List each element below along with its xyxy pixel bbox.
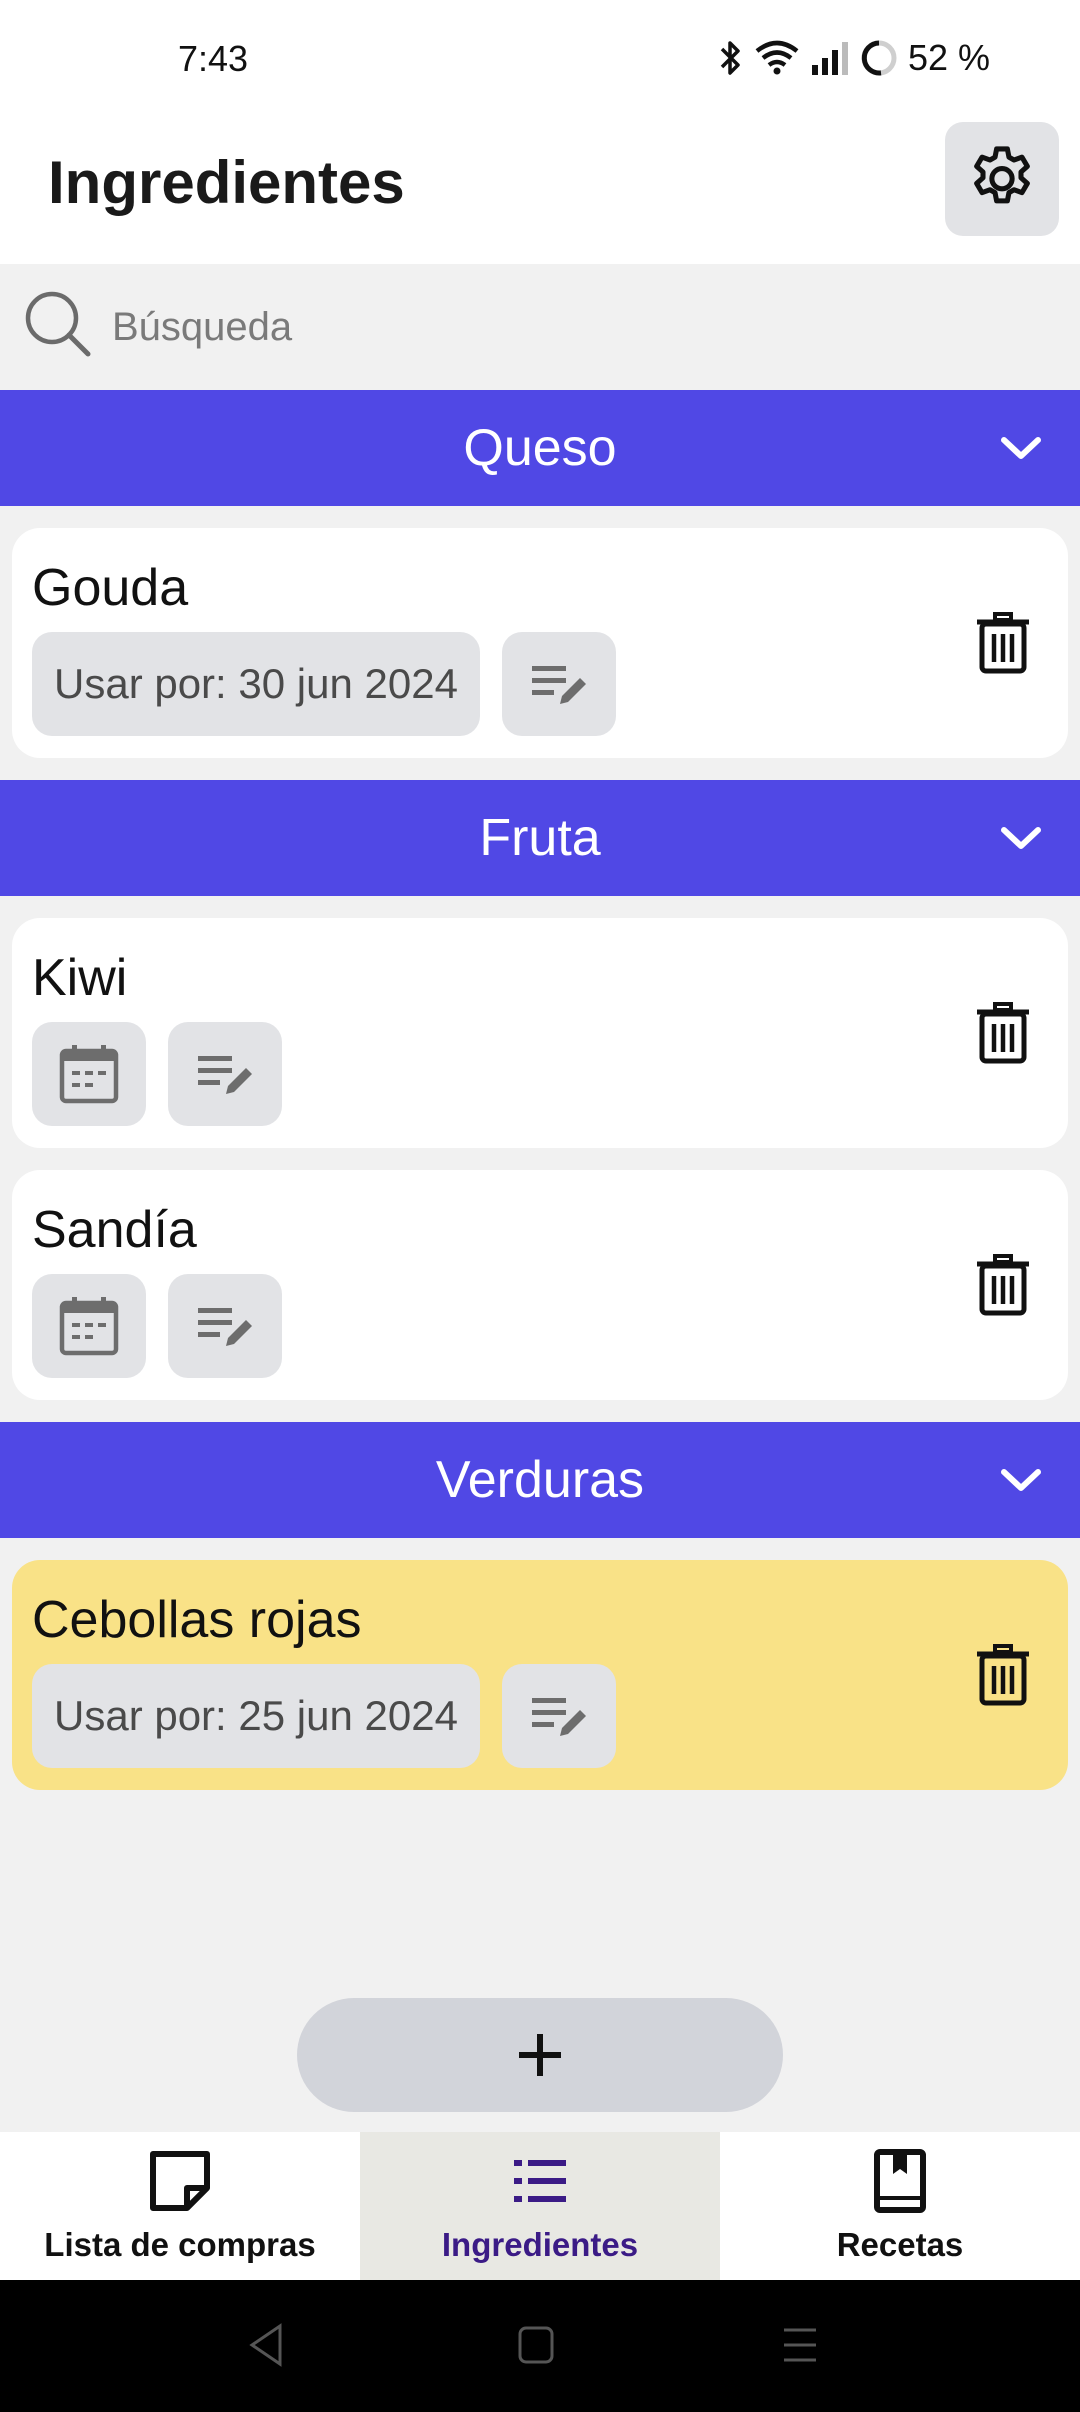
back-icon[interactable] (246, 2322, 286, 2368)
chevron-down-icon (1001, 1469, 1041, 1491)
wifi-icon (755, 40, 799, 75)
ingredient-card-cebollas-rojas[interactable]: Cebollas rojas Usar por: 25 jun 2024 (12, 1560, 1068, 1790)
ingredient-name: Kiwi (32, 949, 128, 1007)
set-date-button[interactable] (32, 1274, 146, 1378)
ingredient-name: Gouda (32, 559, 189, 617)
nav-label: Recetas (836, 2226, 964, 2263)
ingredient-name: Sandía (32, 1201, 197, 1259)
nav-label: Ingredientes (441, 2226, 639, 2263)
page-title: Ingredientes (48, 149, 405, 216)
expiry-date-button[interactable]: Usar por: 25 jun 2024 (32, 1664, 480, 1768)
trash-icon (977, 612, 1029, 674)
delete-button[interactable] (968, 608, 1038, 678)
search-icon (25, 291, 91, 357)
note-icon (150, 2151, 210, 2211)
category-title: Fruta (479, 809, 601, 867)
edit-notes-icon (198, 1308, 252, 1346)
settings-button[interactable] (945, 122, 1059, 236)
edit-notes-icon (531, 666, 586, 704)
edit-notes-icon (531, 1698, 586, 1736)
calendar-icon (59, 1045, 119, 1104)
trash-icon (977, 1254, 1029, 1316)
status-bar: 7:43 52 % (0, 0, 1080, 110)
nav-label: Lista de compras (44, 2226, 316, 2263)
set-date-button[interactable] (32, 1022, 146, 1126)
battery-percent: 52 % (907, 37, 990, 78)
battery-ring-icon (861, 40, 897, 76)
delete-button[interactable] (968, 1250, 1038, 1320)
edit-notes-button[interactable] (501, 632, 616, 736)
delete-button[interactable] (968, 1640, 1038, 1710)
recents-icon[interactable] (780, 2322, 820, 2368)
nav-item-lista-de-compras[interactable]: Lista de compras (0, 2132, 360, 2280)
list-icon (514, 2160, 566, 2202)
chevron-down-icon (1001, 827, 1041, 849)
add-ingredient-button[interactable] (297, 1998, 783, 2112)
status-time: 7:43 (178, 38, 249, 79)
ingredient-card-gouda[interactable]: Gouda Usar por: 30 jun 2024 (12, 528, 1068, 758)
nav-item-recetas[interactable]: Recetas (720, 2132, 1080, 2280)
ingredient-name: Cebollas rojas (32, 1591, 362, 1649)
expiry-date-button[interactable]: Usar por: 30 jun 2024 (32, 632, 480, 736)
edit-notes-button[interactable] (168, 1022, 282, 1126)
system-navigation-bar (0, 2280, 1080, 2412)
calendar-icon (59, 1297, 119, 1356)
edit-notes-button[interactable] (501, 1664, 616, 1768)
category-title: Queso (463, 419, 617, 477)
chevron-down-icon (1001, 437, 1041, 459)
category-header-fruta[interactable]: Fruta (0, 780, 1080, 896)
trash-icon (977, 1644, 1029, 1706)
edit-notes-button[interactable] (168, 1274, 282, 1378)
book-icon (874, 2149, 926, 2213)
signal-icon (811, 42, 848, 75)
bluetooth-icon (720, 41, 740, 75)
nav-item-ingredientes[interactable]: Ingredientes (360, 2132, 720, 2280)
edit-notes-icon (198, 1056, 252, 1094)
status-icons: 52 % (718, 36, 990, 80)
delete-button[interactable] (968, 998, 1038, 1068)
app-header: Ingredientes (0, 110, 1080, 264)
ingredient-card-sandia[interactable]: Sandía (12, 1170, 1068, 1400)
plus-icon (519, 2034, 561, 2076)
search-bar (0, 264, 1080, 390)
category-header-queso[interactable]: Queso (0, 390, 1080, 506)
category-header-verduras[interactable]: Verduras (0, 1422, 1080, 1538)
bottom-navigation: Lista de compras Ingredientes Recetas (0, 2132, 1080, 2280)
trash-icon (977, 1002, 1029, 1064)
home-icon[interactable] (516, 2322, 556, 2368)
category-title: Verduras (435, 1451, 645, 1509)
ingredient-card-kiwi[interactable]: Kiwi (12, 918, 1068, 1148)
gear-icon (974, 146, 1030, 204)
search-input[interactable] (110, 290, 1014, 364)
